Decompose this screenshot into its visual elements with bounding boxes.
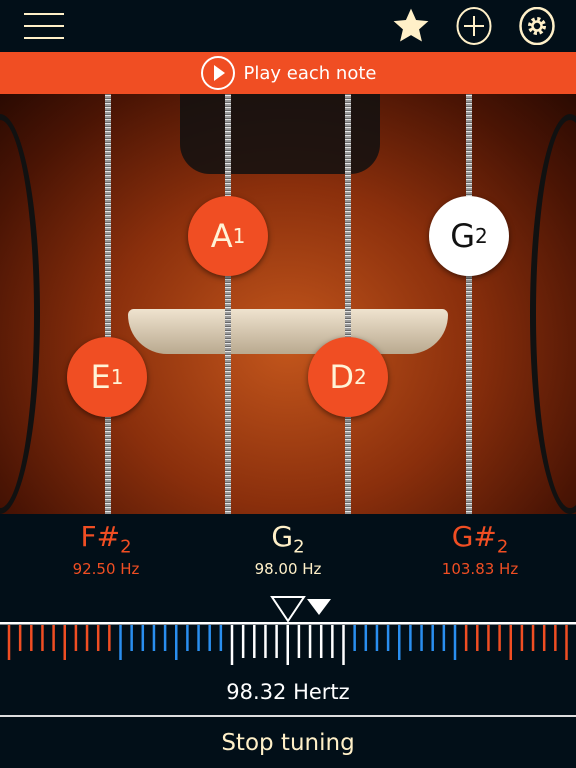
- prev-note-octave: 2: [120, 536, 132, 558]
- scale-baseline: [0, 622, 576, 625]
- target-note-name: G: [271, 520, 294, 553]
- note-name: G: [450, 217, 476, 255]
- tuning-scale: [0, 622, 576, 665]
- target-note-octave: 2: [293, 536, 305, 558]
- string-note-button[interactable]: A1: [188, 196, 268, 276]
- bridge: [128, 309, 448, 354]
- divider: [0, 715, 576, 717]
- stop-tuning-button[interactable]: Stop tuning: [0, 718, 576, 768]
- target-note-freq: 98.00 Hz: [254, 559, 322, 578]
- next-note: G#2 103.83 Hz: [410, 520, 550, 578]
- play-each-note-button[interactable]: Play each note: [0, 52, 576, 94]
- play-icon: [200, 56, 235, 90]
- next-note-freq: 103.83 Hz: [441, 559, 519, 578]
- string-g: [466, 94, 472, 514]
- string-note-button[interactable]: G2: [429, 196, 509, 276]
- prev-note-name: F#: [80, 520, 121, 553]
- target-marker-icon: [270, 596, 306, 623]
- settings-icon[interactable]: [519, 7, 555, 45]
- f-hole-left: [0, 114, 40, 514]
- prev-note: F#2 92.50 Hz: [36, 520, 176, 578]
- pitch-indicators: [270, 596, 331, 623]
- note-name: A: [210, 217, 233, 255]
- add-icon[interactable]: [456, 7, 492, 45]
- next-note-name: G#: [451, 520, 497, 553]
- menu-icon[interactable]: [24, 12, 64, 40]
- play-each-note-label: Play each note: [243, 62, 377, 84]
- top-bar: [0, 0, 576, 52]
- string-a: [225, 94, 231, 514]
- note-octave: 1: [110, 365, 124, 389]
- prev-note-freq: 92.50 Hz: [72, 559, 140, 578]
- frequency-reading: 98.32 Hertz: [226, 680, 350, 704]
- current-pitch-marker-icon: [307, 599, 331, 615]
- violin-image: [0, 94, 576, 514]
- note-octave: 2: [353, 365, 367, 389]
- string-note-button[interactable]: E1: [67, 337, 147, 417]
- note-octave: 1: [232, 224, 246, 248]
- target-note: G2 98.00 Hz: [218, 520, 358, 578]
- note-name: E: [90, 358, 111, 396]
- string-note-button[interactable]: D2: [308, 337, 388, 417]
- f-hole-right: [530, 114, 576, 514]
- note-name: D: [329, 358, 354, 396]
- string-e: [105, 94, 111, 514]
- star-icon[interactable]: [392, 7, 430, 45]
- note-octave: 2: [475, 224, 488, 248]
- string-d: [345, 94, 351, 514]
- next-note-octave: 2: [496, 536, 509, 558]
